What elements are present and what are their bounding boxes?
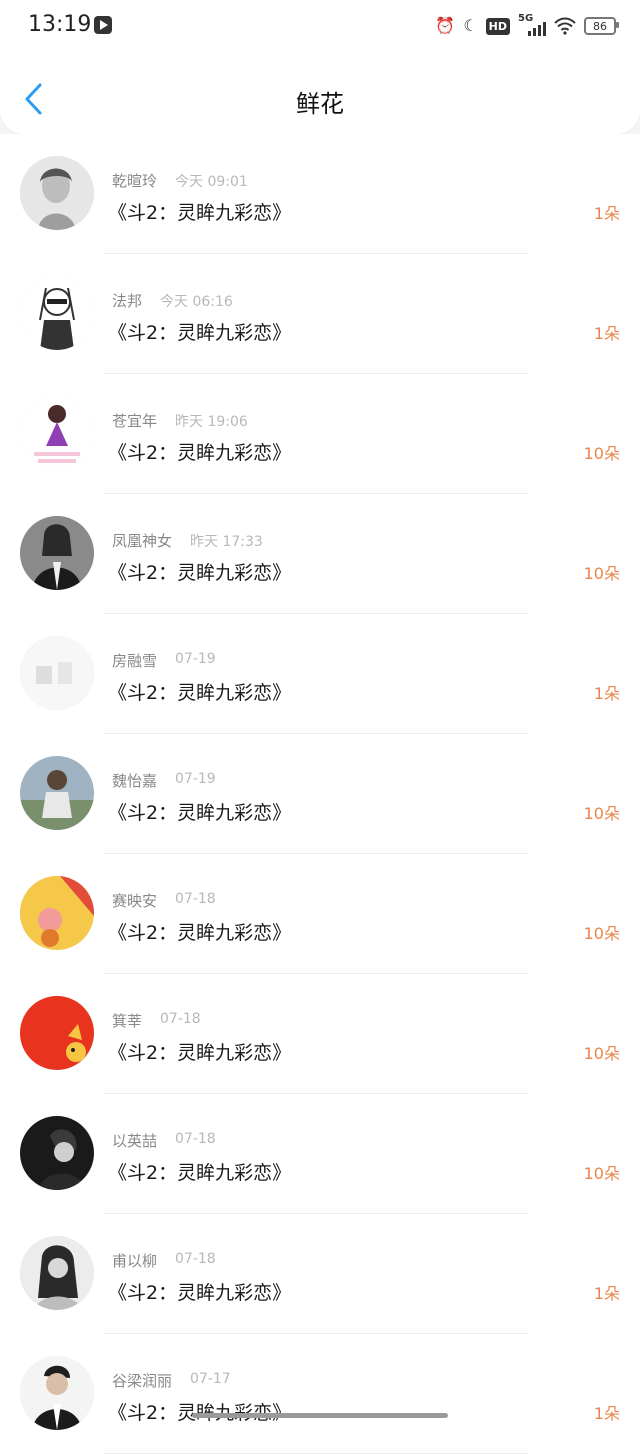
avatar-cartoon-fox[interactable]	[20, 876, 94, 950]
video-app-icon	[94, 16, 112, 34]
timestamp: 昨天 17:33	[190, 534, 263, 550]
hd-icon: HD	[485, 17, 510, 35]
flower-count: 1朵	[593, 1284, 620, 1303]
user-name: 凤凰神女	[112, 532, 173, 550]
avatar-woman-sketch[interactable]	[20, 156, 94, 230]
book-title: 《斗2：灵眸九彩恋》	[108, 322, 292, 344]
flower-count: 1朵	[593, 324, 620, 343]
moon-icon: ☾	[463, 16, 478, 35]
timestamp: 07-18	[160, 1011, 201, 1027]
avatar-man-city[interactable]	[20, 756, 94, 830]
page-title: 鲜花	[296, 90, 344, 118]
alarm-icon: ⏰	[435, 16, 456, 35]
list-item[interactable]: 以英喆 07-18 《斗2：灵眸九彩恋》 10朵	[0, 1094, 640, 1214]
avatar-cartoon-sunglasses[interactable]	[20, 276, 94, 350]
flower-count: 10朵	[583, 1164, 620, 1183]
list-item[interactable]: 乾暄玲 今天 09:01 《斗2：灵眸九彩恋》 1朵	[0, 134, 640, 254]
book-title: 《斗2：灵眸九彩恋》	[108, 922, 292, 944]
list-item[interactable]: 苍宜年 昨天 19:06 《斗2：灵眸九彩恋》 10朵	[0, 374, 640, 494]
timestamp: 07-18	[175, 1131, 216, 1147]
timestamp: 07-19	[175, 771, 216, 787]
flower-count: 1朵	[593, 684, 620, 703]
user-name: 苍宜年	[112, 412, 158, 430]
home-indicator[interactable]	[192, 1413, 448, 1418]
timestamp: 07-19	[175, 651, 216, 667]
flower-count: 1朵	[593, 204, 620, 223]
book-title: 《斗2：灵眸九彩恋》	[108, 1042, 292, 1064]
book-title: 《斗2：灵眸九彩恋》	[108, 202, 292, 224]
list-item[interactable]: 魏怡嘉 07-19 《斗2：灵眸九彩恋》 10朵	[0, 734, 640, 854]
timestamp: 昨天 19:06	[175, 414, 248, 430]
user-name: 甫以柳	[112, 1252, 158, 1270]
status-icons: ⏰ ☾ HD 5G 86	[435, 13, 619, 38]
user-name: 魏怡嘉	[112, 772, 158, 790]
signal-5g-icon: 5G	[518, 13, 546, 36]
list-item[interactable]: 凤凰神女 昨天 17:33 《斗2：灵眸九彩恋》 10朵	[0, 494, 640, 614]
flower-count: 10朵	[583, 924, 620, 943]
nav-bar: 鲜花	[0, 52, 640, 134]
flower-count: 10朵	[583, 1044, 620, 1063]
flower-count: 10朵	[583, 564, 620, 583]
book-title: 《斗2：灵眸九彩恋》	[108, 1282, 292, 1304]
book-title: 《斗2：灵眸九彩恋》	[108, 562, 292, 584]
user-name: 箕莘	[112, 1012, 143, 1030]
battery-icon: 86	[584, 17, 619, 35]
timestamp: 今天 09:01	[175, 174, 248, 190]
timestamp: 07-18	[175, 1251, 216, 1267]
user-name: 以英喆	[112, 1132, 158, 1150]
avatar-faded-cats[interactable]	[20, 636, 94, 710]
user-name: 乾暄玲	[112, 172, 158, 190]
list-item[interactable]: 甫以柳 07-18 《斗2：灵眸九彩恋》 1朵	[0, 1214, 640, 1334]
flower-list: 乾暄玲 今天 09:01 《斗2：灵眸九彩恋》 1朵 法邦 今天 06:16 《…	[0, 134, 640, 1454]
avatar-woman-suit[interactable]	[20, 516, 94, 590]
book-title: 《斗2：灵眸九彩恋》	[108, 682, 292, 704]
avatar-red-mascot[interactable]	[20, 996, 94, 1070]
flower-count: 10朵	[583, 804, 620, 823]
avatar-woman-bw[interactable]	[20, 1236, 94, 1310]
list-item[interactable]: 房融雪 07-19 《斗2：灵眸九彩恋》 1朵	[0, 614, 640, 734]
list-item[interactable]: 赛映安 07-18 《斗2：灵眸九彩恋》 10朵	[0, 854, 640, 974]
book-title: 《斗2：灵眸九彩恋》	[108, 1162, 292, 1184]
timestamp: 07-17	[190, 1371, 231, 1387]
status-bar: 13:19 ⏰ ☾ HD 5G 86	[0, 0, 640, 52]
flower-count: 10朵	[583, 444, 620, 463]
avatar-doll-purple[interactable]	[20, 396, 94, 470]
user-name: 房融雪	[112, 652, 158, 670]
list-item[interactable]: 箕莘 07-18 《斗2：灵眸九彩恋》 10朵	[0, 974, 640, 1094]
book-title: 《斗2：灵眸九彩恋》	[108, 442, 292, 464]
list-item[interactable]: 谷梁润丽 07-17 《斗2：灵眸九彩恋》 1朵	[0, 1334, 640, 1454]
avatar-man-bw[interactable]	[20, 1116, 94, 1190]
timestamp: 今天 06:16	[160, 294, 233, 310]
user-name: 谷梁润丽	[112, 1372, 173, 1390]
status-time: 13:19	[28, 12, 92, 37]
list-item[interactable]: 法邦 今天 06:16 《斗2：灵眸九彩恋》 1朵	[0, 254, 640, 374]
user-name: 赛映安	[112, 892, 158, 910]
wifi-icon	[554, 17, 576, 35]
timestamp: 07-18	[175, 891, 216, 907]
flower-count: 1朵	[593, 1404, 620, 1423]
book-title: 《斗2：灵眸九彩恋》	[108, 1398, 291, 1425]
battery-level: 86	[593, 19, 607, 33]
user-name: 法邦	[112, 292, 143, 310]
book-title: 《斗2：灵眸九彩恋》	[108, 802, 292, 824]
avatar-man-portrait[interactable]	[20, 1356, 94, 1430]
